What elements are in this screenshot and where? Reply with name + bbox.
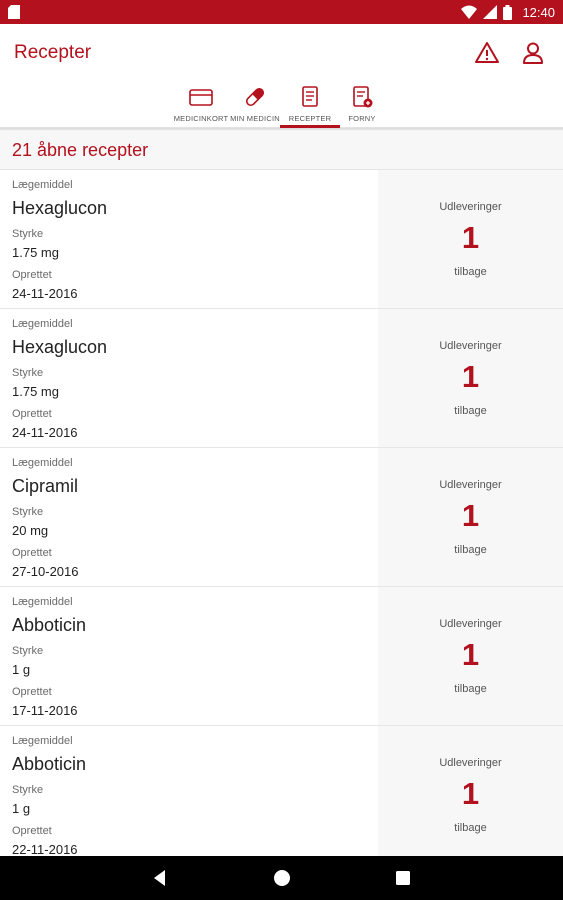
strength-value: 1 g: [12, 801, 31, 816]
drug-label: Lægemiddel: [12, 318, 73, 330]
created-date: 24-11-2016: [12, 286, 78, 301]
deliveries-count: 1: [461, 637, 480, 672]
back-icon[interactable]: [150, 868, 170, 888]
profile-icon[interactable]: [520, 40, 546, 66]
deliveries-panel: Udleveringer 1 tilbage: [378, 170, 563, 308]
remaining-label: tilbage: [454, 544, 487, 556]
created-label: Oprettet: [12, 408, 52, 420]
tab-forny[interactable]: FORNY: [332, 82, 392, 128]
drug-name: Hexaglucon: [12, 198, 108, 218]
tab-bar: MEDICINKORT MIN MEDICIN RECEPTER FORNY: [0, 82, 563, 128]
open-prescriptions-count: 21 åbne recepter: [12, 140, 149, 160]
app-bar: Recepter: [0, 24, 563, 82]
list-item[interactable]: Lægemiddel Abboticin Styrke 1 g Oprettet…: [0, 726, 563, 856]
created-date: 22-11-2016: [12, 842, 78, 856]
deliveries-label: Udleveringer: [439, 201, 502, 213]
status-bar: 12:40: [0, 0, 563, 24]
recents-icon[interactable]: [393, 868, 413, 888]
list-item[interactable]: Lægemiddel Abboticin Styrke 1 g Oprettet…: [0, 587, 563, 726]
created-label: Oprettet: [12, 825, 52, 837]
sd-card-icon: [8, 5, 20, 19]
deliveries-label: Udleveringer: [439, 757, 502, 769]
list-item[interactable]: Lægemiddel Cipramil Styrke 20 mg Oprette…: [0, 448, 563, 587]
clock: 12:40: [522, 4, 555, 20]
drug-label: Lægemiddel: [12, 179, 73, 191]
deliveries-label: Udleveringer: [439, 479, 502, 491]
created-date: 24-11-2016: [12, 425, 78, 440]
created-label: Oprettet: [12, 269, 52, 281]
prescription-details: Lægemiddel Cipramil Styrke 20 mg Oprette…: [0, 448, 378, 586]
warning-icon[interactable]: [474, 40, 500, 66]
prescription-details: Lægemiddel Hexaglucon Styrke 1.75 mg Opr…: [0, 170, 378, 308]
strength-label: Styrke: [12, 506, 44, 518]
drug-name: Abboticin: [12, 754, 87, 774]
strength-value: 1.75 mg: [12, 384, 59, 399]
strength-value: 1 g: [12, 662, 31, 677]
strength-value: 20 mg: [12, 523, 49, 538]
renew-document-icon: [353, 86, 373, 108]
deliveries-panel: Udleveringer 1 tilbage: [378, 726, 563, 856]
remaining-label: tilbage: [454, 266, 487, 278]
tab-label: FORNY: [348, 114, 376, 123]
drug-label: Lægemiddel: [12, 457, 73, 469]
prescription-details: Lægemiddel Hexaglucon Styrke 1.75 mg Opr…: [0, 309, 378, 447]
remaining-label: tilbage: [454, 822, 487, 834]
drug-name: Hexaglucon: [12, 337, 108, 357]
list-header: 21 åbne recepter: [0, 132, 563, 170]
created-date: 17-11-2016: [12, 703, 78, 718]
drug-name: Cipramil: [12, 476, 79, 496]
created-date: 27-10-2016: [12, 564, 79, 579]
deliveries-panel: Udleveringer 1 tilbage: [378, 448, 563, 586]
deliveries-count: 1: [461, 220, 480, 255]
drug-label: Lægemiddel: [12, 735, 73, 747]
card-icon: [189, 89, 213, 106]
created-label: Oprettet: [12, 686, 52, 698]
battery-icon: [503, 4, 513, 20]
signal-icon: [483, 5, 498, 19]
deliveries-panel: Udleveringer 1 tilbage: [378, 587, 563, 725]
drug-name: Abboticin: [12, 615, 87, 635]
strength-label: Styrke: [12, 367, 44, 379]
strength-label: Styrke: [12, 784, 44, 796]
home-icon[interactable]: [272, 868, 292, 888]
document-icon: [302, 86, 318, 107]
list-item[interactable]: Lægemiddel Hexaglucon Styrke 1.75 mg Opr…: [0, 309, 563, 448]
navigation-bar: [0, 856, 563, 900]
page-title: Recepter: [14, 42, 92, 63]
drug-label: Lægemiddel: [12, 596, 73, 608]
strength-label: Styrke: [12, 645, 44, 657]
deliveries-count: 1: [461, 776, 480, 811]
remaining-label: tilbage: [454, 683, 487, 695]
strength-label: Styrke: [12, 228, 44, 240]
deliveries-count: 1: [461, 359, 480, 394]
deliveries-label: Udleveringer: [439, 340, 502, 352]
remaining-label: tilbage: [454, 405, 487, 417]
wifi-icon: [461, 5, 478, 19]
created-label: Oprettet: [12, 547, 52, 559]
prescription-list[interactable]: Lægemiddel Hexaglucon Styrke 1.75 mg Opr…: [0, 170, 563, 856]
prescription-details: Lægemiddel Abboticin Styrke 1 g Oprettet…: [0, 726, 378, 856]
prescription-details: Lægemiddel Abboticin Styrke 1 g Oprettet…: [0, 587, 378, 725]
list-item[interactable]: Lægemiddel Hexaglucon Styrke 1.75 mg Opr…: [0, 170, 563, 309]
deliveries-count: 1: [461, 498, 480, 533]
strength-value: 1.75 mg: [12, 245, 59, 260]
pill-icon: [245, 87, 265, 107]
deliveries-panel: Udleveringer 1 tilbage: [378, 309, 563, 447]
deliveries-label: Udleveringer: [439, 618, 502, 630]
